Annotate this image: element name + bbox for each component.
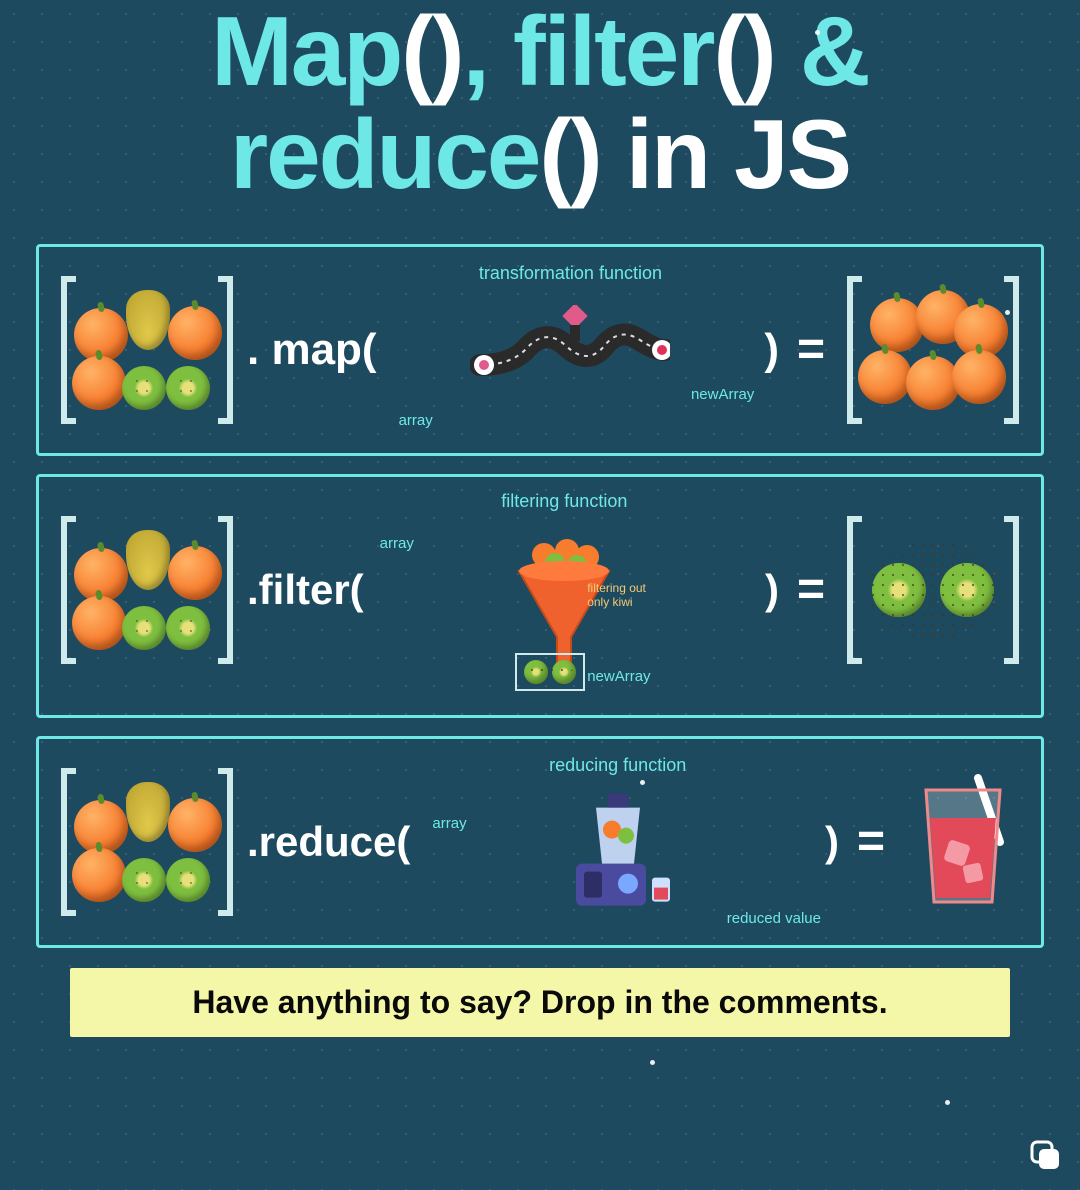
filter-output-array bbox=[843, 515, 1023, 665]
juice-glass-icon bbox=[908, 772, 1018, 912]
map-function-illustration: transformation function array newArray bbox=[387, 265, 755, 435]
title-map: Map bbox=[211, 0, 401, 106]
filter-function-illustration: filtering function array filtering out o… bbox=[374, 495, 755, 685]
map-equals: = bbox=[789, 322, 833, 377]
reduce-method-close: ) bbox=[825, 818, 839, 866]
title-paren3: () bbox=[539, 99, 600, 209]
reduce-ann-array: array bbox=[432, 815, 466, 832]
blender-icon bbox=[548, 777, 688, 917]
title-comma: , bbox=[463, 0, 513, 106]
title-reduce: reduce bbox=[230, 99, 539, 209]
reduce-ann-top: reducing function bbox=[549, 755, 686, 776]
decorative-dot bbox=[650, 1060, 655, 1065]
filter-method-open: .filter( bbox=[247, 566, 364, 614]
reduce-method-open: .reduce( bbox=[247, 818, 410, 866]
reduce-function-illustration: reducing function array reduced value bbox=[420, 757, 815, 927]
panel-reduce: .reduce( reducing function array reduced… bbox=[36, 736, 1044, 948]
page-title: Map(), filter() & reduce() in JS bbox=[0, 0, 1080, 226]
map-ann-array: array bbox=[399, 412, 433, 429]
panel-map: . map( transformation function array new… bbox=[36, 244, 1044, 456]
filter-output-mini bbox=[515, 653, 585, 691]
map-output-array bbox=[843, 275, 1023, 425]
filter-equals: = bbox=[789, 562, 833, 617]
filter-ann-note: filtering out only kiwi bbox=[587, 581, 646, 609]
title-paren2: () bbox=[713, 0, 774, 106]
filter-input-array bbox=[57, 515, 237, 665]
pipeline-icon bbox=[470, 305, 670, 395]
title-amp: & bbox=[775, 0, 869, 106]
map-input-array bbox=[57, 275, 237, 425]
map-method-close: ) bbox=[764, 325, 779, 375]
reduce-equals: = bbox=[849, 814, 893, 869]
title-filter: filter bbox=[513, 0, 713, 106]
panel-filter: .filter( filtering function array filter… bbox=[36, 474, 1044, 718]
decorative-dot bbox=[945, 1100, 950, 1105]
filter-ann-newarray: newArray bbox=[587, 668, 650, 685]
reduce-ann-reduced: reduced value bbox=[727, 910, 821, 927]
reduce-output-value bbox=[903, 772, 1023, 912]
map-method-open: . map( bbox=[247, 325, 377, 375]
decorative-dot bbox=[1005, 310, 1010, 315]
filter-ann-array: array bbox=[380, 535, 414, 552]
filter-ann-top: filtering function bbox=[501, 491, 627, 512]
map-ann-top: transformation function bbox=[479, 263, 662, 284]
title-paren1: () bbox=[401, 0, 462, 106]
map-ann-newarray: newArray bbox=[691, 386, 754, 403]
reduce-input-array bbox=[57, 767, 237, 917]
decorative-dot bbox=[640, 780, 645, 785]
decorative-dot bbox=[815, 30, 820, 35]
cta-banner: Have anything to say? Drop in the commen… bbox=[70, 968, 1010, 1037]
filter-method-close: ) bbox=[765, 566, 779, 614]
copy-stack-icon[interactable] bbox=[1028, 1138, 1062, 1172]
title-injs: in JS bbox=[601, 99, 850, 209]
